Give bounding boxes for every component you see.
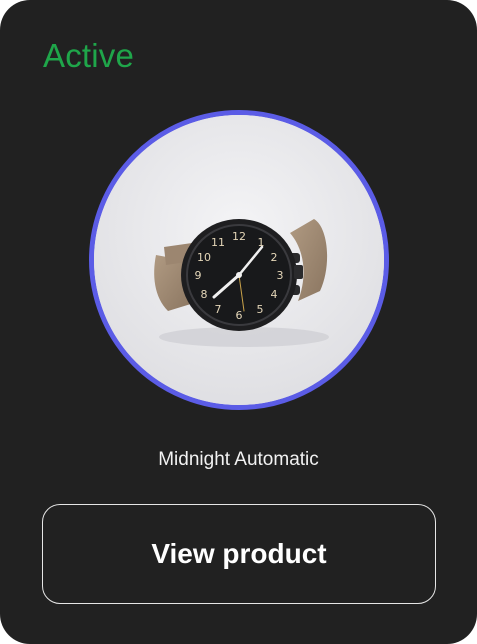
svg-text:7: 7 (215, 303, 222, 316)
svg-text:12: 12 (232, 230, 246, 243)
status-label: Active (43, 37, 135, 74)
svg-text:10: 10 (197, 251, 211, 264)
svg-text:4: 4 (271, 288, 278, 301)
svg-text:2: 2 (271, 251, 278, 264)
svg-text:5: 5 (257, 303, 264, 316)
product-card: Active 12 1 2 3 4 5 6 7 8 9 10 11 Midnig… (0, 0, 477, 644)
product-name: Midnight Automatic (158, 449, 319, 470)
view-product-button[interactable]: View product (42, 504, 436, 604)
svg-text:8: 8 (201, 288, 208, 301)
product-image: 12 1 2 3 4 5 6 7 8 9 10 11 (89, 110, 389, 410)
svg-text:3: 3 (277, 269, 284, 282)
svg-text:9: 9 (195, 269, 202, 282)
svg-text:11: 11 (211, 236, 225, 249)
svg-text:6: 6 (236, 309, 243, 322)
wristwatch-photo-icon: 12 1 2 3 4 5 6 7 8 9 10 11 (94, 115, 384, 405)
